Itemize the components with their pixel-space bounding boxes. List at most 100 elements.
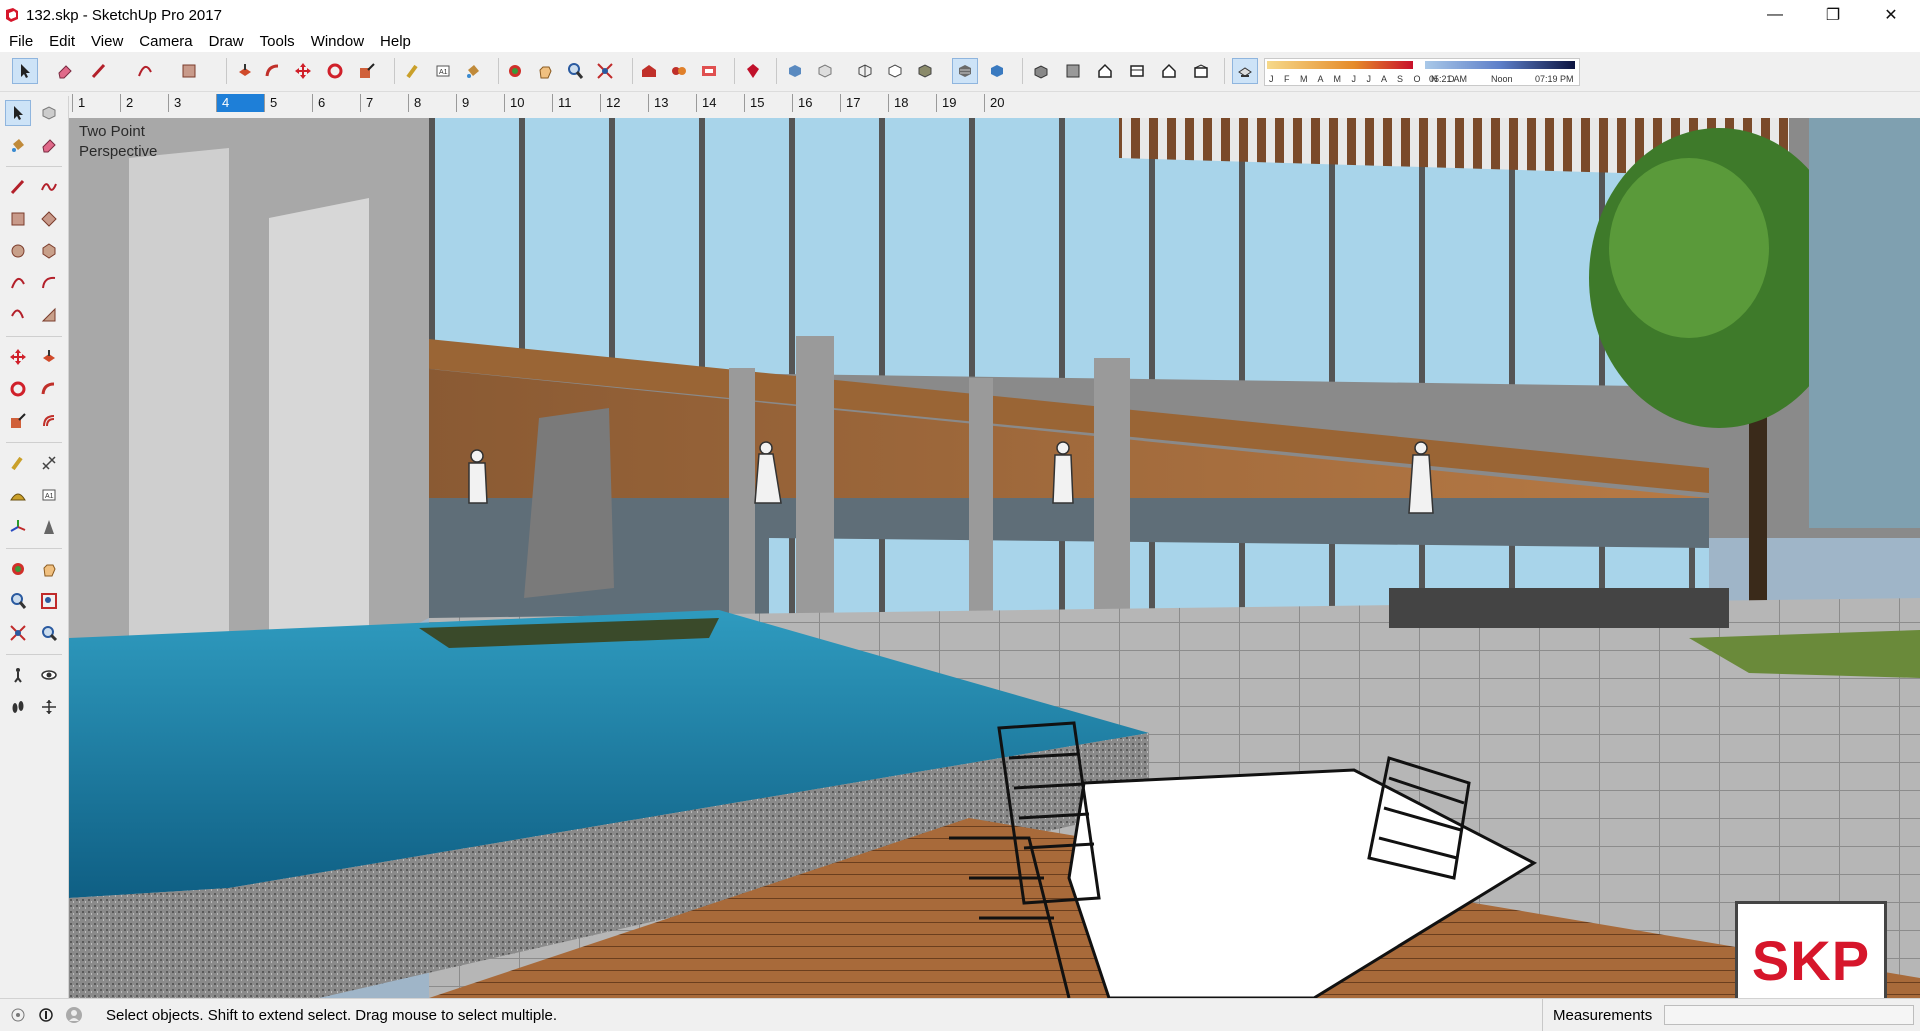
tape-measure-icon[interactable] [400,58,426,84]
arc-tool-icon[interactable] [5,270,31,296]
paint-bucket-icon[interactable] [460,58,486,84]
scene-tab-12[interactable]: 12 [600,94,648,112]
menu-help[interactable]: Help [373,33,418,50]
scene-tab-1[interactable]: 1 [72,94,120,112]
scene-tab-13[interactable]: 13 [648,94,696,112]
two-point-arc-icon[interactable] [36,270,62,296]
rotate-icon[interactable] [322,58,348,84]
pan-icon[interactable] [532,58,558,84]
model-viewport[interactable]: Two Point Perspective [69,118,1920,998]
iso-view-icon[interactable] [1028,58,1054,84]
move-tool-icon[interactable] [5,344,31,370]
scale-icon[interactable] [354,58,380,84]
scene-tab-19[interactable]: 19 [936,94,984,112]
text-icon[interactable]: A1 [430,58,456,84]
zoom-extents-tool-icon[interactable] [5,620,31,646]
scene-tab-16[interactable]: 16 [792,94,840,112]
protractor-tool-icon[interactable] [5,482,31,508]
scene-tab-8[interactable]: 8 [408,94,456,112]
back-view-icon[interactable] [1156,58,1182,84]
axes-tool-icon[interactable] [5,514,31,540]
menu-draw[interactable]: Draw [202,33,251,50]
text-tool-icon[interactable]: A1 [36,482,62,508]
rectangle-tool-icon[interactable] [5,206,31,232]
circle-tool-icon[interactable] [5,238,31,264]
menu-view[interactable]: View [84,33,130,50]
previous-view-icon[interactable] [36,620,62,646]
push-pull-icon[interactable] [232,58,258,84]
offset-tool-icon[interactable] [36,408,62,434]
scene-tab-9[interactable]: 9 [456,94,504,112]
xray-icon[interactable] [782,58,808,84]
select-tool-icon[interactable] [5,100,31,126]
scene-tab-20[interactable]: 20 [984,94,1032,112]
pan-tool-icon[interactable] [36,556,62,582]
menu-tools[interactable]: Tools [253,33,302,50]
select-icon[interactable] [12,58,38,84]
scene-tab-4[interactable]: 4 [216,94,264,112]
measurements-input[interactable] [1664,1005,1915,1025]
menu-edit[interactable]: Edit [42,33,82,50]
warehouse-icon[interactable] [636,58,662,84]
scene-tab-11[interactable]: 11 [552,94,600,112]
rotate-tool-icon[interactable] [5,376,31,402]
monochrome-icon[interactable] [984,58,1010,84]
scene-tab-6[interactable]: 6 [312,94,360,112]
credits-icon[interactable] [36,1005,56,1025]
ruby-icon[interactable] [740,58,766,84]
eraser-icon[interactable] [52,58,78,84]
tape-measure-tool-icon[interactable] [5,450,31,476]
shaded-icon[interactable] [912,58,938,84]
walk-tool-icon[interactable] [5,694,31,720]
section-plane-icon[interactable] [36,694,62,720]
eraser-tool-icon[interactable] [36,132,62,158]
hidden-line-icon[interactable] [882,58,908,84]
left-view-icon[interactable] [1188,58,1214,84]
make-component-icon[interactable] [36,100,62,126]
scene-tab-18[interactable]: 18 [888,94,936,112]
3d-text-tool-icon[interactable] [36,514,62,540]
shadows-toggle-icon[interactable] [1232,58,1258,84]
scene-tab-5[interactable]: 5 [264,94,312,112]
push-pull-tool-icon[interactable] [36,344,62,370]
close-button[interactable]: ✕ [1862,0,1920,30]
scene-tab-3[interactable]: 3 [168,94,216,112]
minimize-button[interactable]: — [1746,0,1804,30]
orbit-tool-icon[interactable] [5,556,31,582]
move-icon[interactable] [290,58,316,84]
look-around-icon[interactable] [36,662,62,688]
front-view-icon[interactable] [1092,58,1118,84]
dimension-tool-icon[interactable] [36,450,62,476]
position-camera-icon[interactable] [5,662,31,688]
zoom-extents-icon[interactable] [592,58,618,84]
pie-tool-icon[interactable] [36,302,62,328]
scene-tab-14[interactable]: 14 [696,94,744,112]
arc-icon[interactable] [132,58,158,84]
restore-button[interactable]: ❐ [1804,0,1862,30]
scale-tool-icon[interactable] [5,408,31,434]
right-view-icon[interactable] [1124,58,1150,84]
polygon-tool-icon[interactable] [36,238,62,264]
layout-icon[interactable] [696,58,722,84]
rotated-rectangle-icon[interactable] [36,206,62,232]
zoom-icon[interactable] [562,58,588,84]
scene-tab-17[interactable]: 17 [840,94,888,112]
line-tool-icon[interactable] [5,174,31,200]
user-account-icon[interactable] [64,1005,84,1025]
scene-tab-7[interactable]: 7 [360,94,408,112]
geo-location-icon[interactable] [8,1005,28,1025]
scene-tab-2[interactable]: 2 [120,94,168,112]
scene-tab-15[interactable]: 15 [744,94,792,112]
extension-icon[interactable] [666,58,692,84]
rectangle-icon[interactable] [176,58,202,84]
line-icon[interactable] [86,58,112,84]
back-edges-icon[interactable] [812,58,838,84]
shaded-textures-icon[interactable] [952,58,978,84]
follow-me-icon[interactable] [260,58,286,84]
menu-window[interactable]: Window [304,33,371,50]
wireframe-icon[interactable] [852,58,878,84]
zoom-tool-icon[interactable] [5,588,31,614]
freehand-tool-icon[interactable] [36,174,62,200]
orbit-icon[interactable] [502,58,528,84]
scene-tab-10[interactable]: 10 [504,94,552,112]
